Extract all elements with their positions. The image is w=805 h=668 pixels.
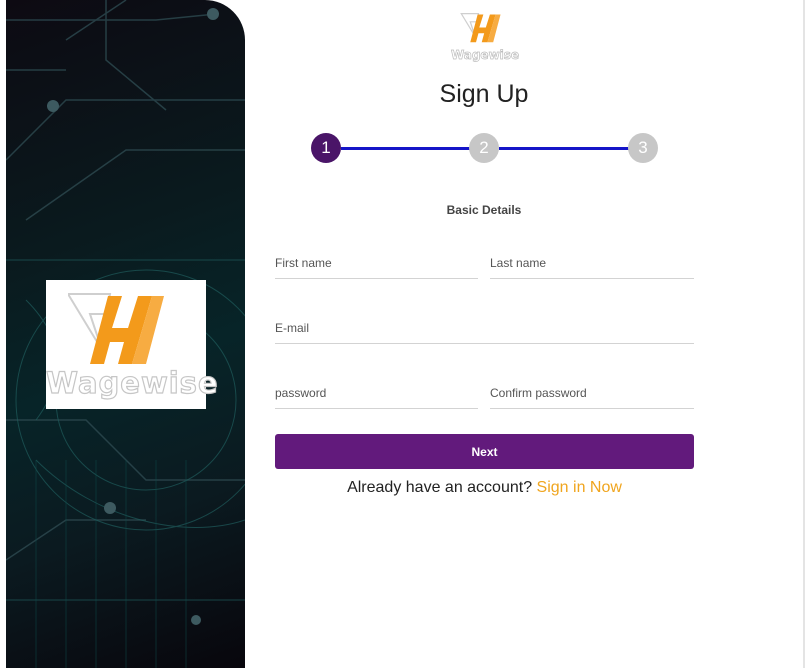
first-name-input[interactable] xyxy=(275,249,478,277)
brand-wordmark-large: Wagewise xyxy=(45,365,219,400)
first-name-field xyxy=(275,249,478,279)
signin-prompt-row: Already have an account? Sign in Now xyxy=(275,479,694,497)
signup-page: Wagewise Wagewise Sign Up 1 2 3 Basic De… xyxy=(0,0,805,668)
progress-stepper: 1 2 3 xyxy=(311,133,659,163)
step-2: 2 xyxy=(469,133,499,163)
wagewise-logo-icon xyxy=(460,13,501,43)
wagewise-logo-icon xyxy=(68,293,164,364)
step-connector xyxy=(499,147,629,150)
password-input[interactable] xyxy=(275,379,478,407)
email-input[interactable] xyxy=(275,314,694,342)
step-1: 1 xyxy=(311,133,341,163)
side-panel: Wagewise xyxy=(6,0,245,668)
brand-logo-large: Wagewise xyxy=(45,280,219,409)
email-field xyxy=(275,314,694,344)
confirm-password-input[interactable] xyxy=(490,379,694,407)
last-name-field xyxy=(490,249,694,279)
step-3: 3 xyxy=(628,133,658,163)
page-title: Sign Up xyxy=(439,80,529,108)
confirm-password-field xyxy=(490,379,694,409)
step-connector xyxy=(341,147,470,150)
section-heading: Basic Details xyxy=(446,203,522,217)
brand-logo-small: Wagewise xyxy=(451,12,519,62)
signin-prompt-text: Already have an account? xyxy=(347,479,533,496)
next-button[interactable]: Next xyxy=(275,434,694,469)
password-field xyxy=(275,379,478,409)
last-name-input[interactable] xyxy=(490,249,694,277)
brand-wordmark-small: Wagewise xyxy=(450,48,520,63)
signin-link[interactable]: Sign in Now xyxy=(537,479,622,496)
